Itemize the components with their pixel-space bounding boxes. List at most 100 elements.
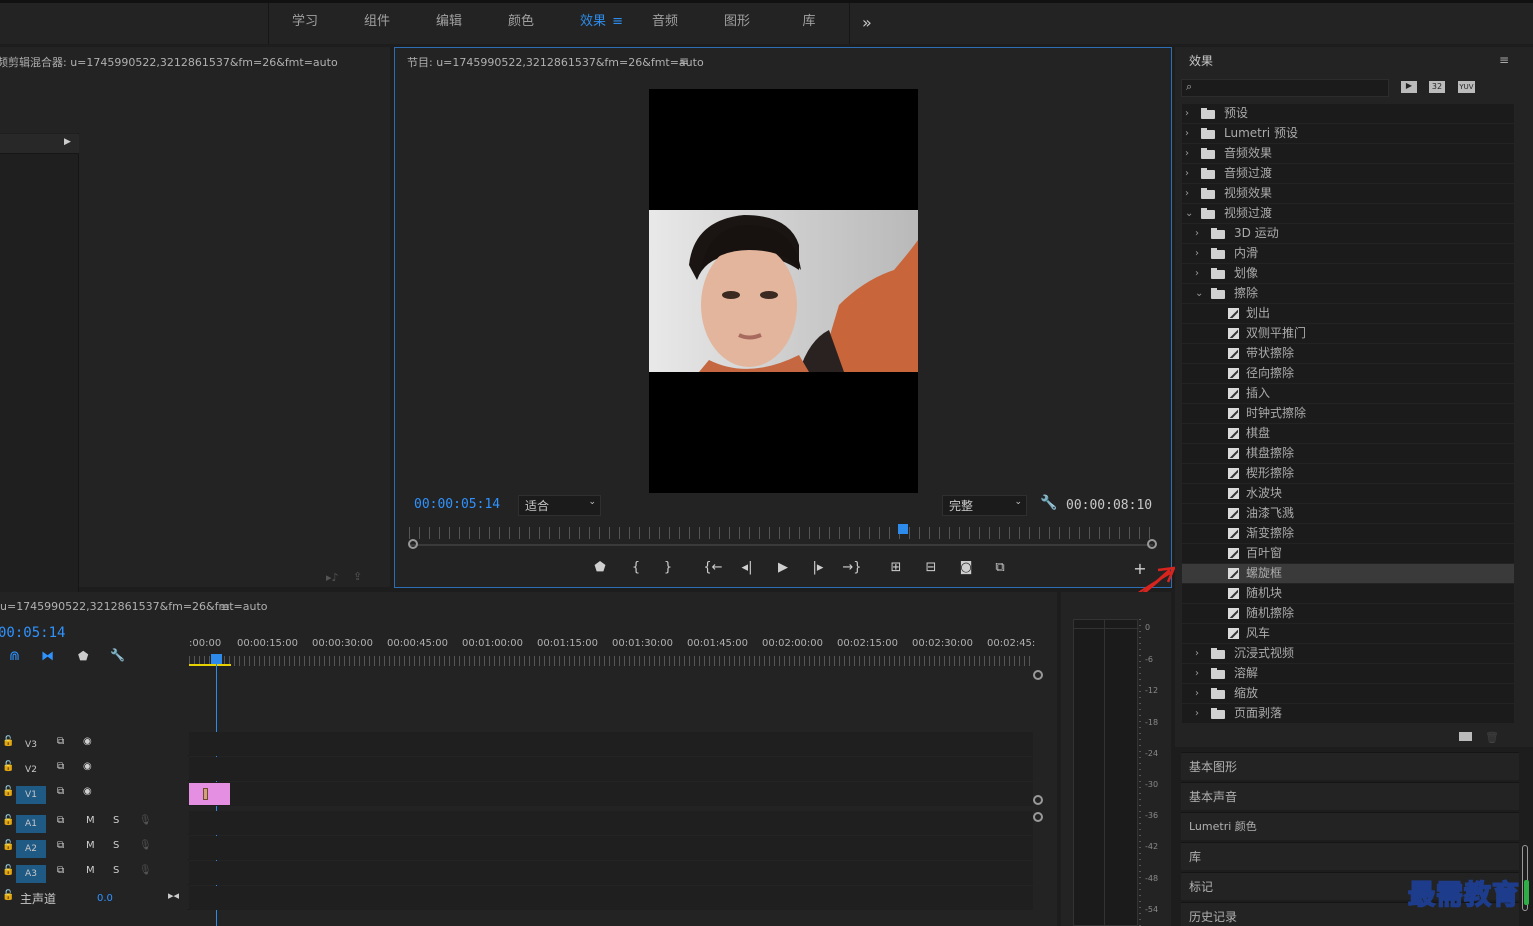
sync-lock-icon[interactable]: ⧉	[57, 736, 64, 747]
effect-item[interactable]: 棋盘	[1182, 424, 1514, 444]
snap-icon[interactable]: ⋒	[9, 649, 20, 664]
tab-graphics[interactable]: 图形	[701, 3, 773, 44]
effect-item[interactable]: 随机块	[1182, 584, 1514, 604]
effect-item[interactable]: 渐变擦除	[1182, 524, 1514, 544]
microphone-icon[interactable]: 🎙	[139, 815, 152, 826]
effect-folder[interactable]: › 音频效果	[1182, 144, 1514, 164]
zoom-handle-left[interactable]	[408, 539, 418, 549]
effect-folder[interactable]: › 视频效果	[1182, 184, 1514, 204]
chevron-right-icon[interactable]: ›	[1195, 704, 1199, 723]
effect-item[interactable]: 径向擦除	[1182, 364, 1514, 384]
chevron-down-icon[interactable]: ⌄	[1195, 284, 1203, 303]
effects-menu-icon[interactable]: ≡	[1499, 53, 1509, 67]
chevron-right-icon[interactable]: ›	[1195, 244, 1199, 263]
mute-button[interactable]: M	[86, 815, 95, 826]
solo-button[interactable]: S	[113, 865, 119, 876]
vertical-scroll-handle[interactable]	[1033, 795, 1043, 805]
effect-item[interactable]: 棋盘擦除	[1182, 444, 1514, 464]
sync-lock-icon[interactable]: ⧉	[57, 840, 64, 851]
track-lane[interactable]	[189, 757, 1033, 781]
more-workspaces-icon[interactable]: »	[862, 13, 872, 32]
lock-icon[interactable]: 🔓	[2, 840, 14, 851]
step-forward-icon[interactable]: |▸	[808, 560, 828, 575]
effect-item[interactable]: 双侧平推门	[1182, 324, 1514, 344]
effect-folder[interactable]: › 沉浸式视频	[1182, 644, 1514, 664]
chevron-right-icon[interactable]: ›	[1195, 664, 1199, 683]
effect-item[interactable]: 风车	[1182, 624, 1514, 644]
go-to-bound-icon[interactable]: ▸◂	[168, 889, 179, 902]
playhead[interactable]	[898, 524, 908, 534]
effect-item[interactable]: 楔形擦除	[1182, 464, 1514, 484]
program-monitor-title[interactable]: 节目: u=1745990522,3212861537&fm=26&fmt=au…	[407, 54, 704, 70]
effect-item[interactable]: 水波块	[1182, 484, 1514, 504]
effect-item[interactable]: 时钟式擦除	[1182, 404, 1514, 424]
lock-icon[interactable]: 🔓	[2, 761, 14, 772]
add-marker-icon[interactable]: ⬟	[590, 560, 610, 575]
chevron-down-icon[interactable]: ⌄	[1185, 204, 1193, 223]
track-label[interactable]: A3	[16, 865, 46, 883]
effect-folder[interactable]: › 预设	[1182, 104, 1514, 124]
new-bin-icon[interactable]	[1459, 732, 1472, 741]
panel-essential-graphics[interactable]: 基本图形	[1181, 752, 1519, 780]
play-triangle-icon[interactable]: ▶	[64, 137, 71, 147]
panel-libraries[interactable]: 库	[1181, 842, 1519, 870]
sync-lock-icon[interactable]: ⧉	[57, 865, 64, 876]
effect-folder[interactable]: › 溶解	[1182, 664, 1514, 684]
fit-dropdown[interactable]: 适合 ⌄	[518, 495, 601, 516]
track-label[interactable]: V1	[16, 786, 46, 804]
zoom-handle-right[interactable]	[1147, 539, 1157, 549]
lock-icon[interactable]: 🔓	[2, 786, 14, 797]
sync-lock-icon[interactable]: ⧉	[57, 786, 64, 797]
track-lane[interactable]	[189, 861, 1033, 885]
tab-editing[interactable]: 编辑	[413, 3, 485, 44]
timeline-menu-icon[interactable]: ≡	[220, 600, 230, 614]
effect-item[interactable]: 插入	[1182, 384, 1514, 404]
tab-libraries[interactable]: 库	[773, 3, 845, 44]
effect-folder[interactable]: › 内滑	[1182, 244, 1514, 264]
solo-button[interactable]: S	[113, 815, 119, 826]
sync-lock-icon[interactable]: ⧉	[57, 815, 64, 826]
track-lane[interactable]	[189, 811, 1033, 835]
effect-item[interactable]: 油漆飞溅	[1182, 504, 1514, 524]
timeline-settings-icon[interactable]: 🔧	[110, 648, 125, 662]
effect-item[interactable]: 划出	[1182, 304, 1514, 324]
chevron-right-icon[interactable]: ›	[1195, 684, 1199, 703]
workspace-menu-icon[interactable]: ≡	[612, 3, 623, 41]
tab-learn[interactable]: 学习	[269, 3, 341, 44]
tab-effects[interactable]: 效果 ≡	[557, 3, 629, 44]
audio-output-icon[interactable]: ▸♪	[326, 571, 339, 584]
mark-out-icon[interactable]: }	[658, 560, 678, 575]
chevron-right-icon[interactable]: ›	[1195, 264, 1199, 283]
video-frame[interactable]	[649, 89, 918, 493]
go-to-out-icon[interactable]: →}	[842, 560, 862, 575]
accelerated-effects-icon[interactable]: ▶	[1401, 81, 1417, 93]
extract-icon[interactable]: ⊟	[921, 560, 941, 575]
effect-folder[interactable]: › 音频过渡	[1182, 164, 1514, 184]
tab-color[interactable]: 颜色	[485, 3, 557, 44]
track-lane[interactable]	[189, 836, 1033, 860]
timeline-playhead[interactable]	[211, 654, 222, 664]
effect-item[interactable]: 百叶窗	[1182, 544, 1514, 564]
panel-title[interactable]: 音频剪辑混合器: u=1745990522,3212861537&fm=26&f…	[0, 54, 338, 70]
effect-folder[interactable]: › Lumetri 预设	[1182, 124, 1514, 144]
chevron-right-icon[interactable]: ›	[1195, 644, 1199, 663]
solo-button[interactable]: S	[113, 840, 119, 851]
chevron-right-icon[interactable]: ›	[1185, 124, 1189, 143]
panel-lumetri-color[interactable]: Lumetri 颜色	[1181, 812, 1519, 840]
32bit-effects-icon[interactable]: 32	[1429, 81, 1445, 93]
add-marker-icon[interactable]: ⬟	[78, 649, 88, 663]
go-to-in-icon[interactable]: {←	[703, 560, 723, 575]
trash-icon[interactable]: 🗑	[1485, 731, 1499, 744]
effect-folder[interactable]: ⌄ 视频过渡	[1182, 204, 1514, 224]
mute-button[interactable]: M	[86, 865, 95, 876]
export-icon[interactable]: ⇪	[353, 570, 362, 583]
work-area-bar[interactable]	[189, 664, 231, 666]
timeline-timecode[interactable]: 00:05:14	[0, 625, 65, 641]
eye-icon[interactable]: ◉	[83, 736, 92, 747]
effect-folder[interactable]: › 划像	[1182, 264, 1514, 284]
chevron-right-icon[interactable]: ›	[1185, 104, 1189, 123]
effect-folder[interactable]: › 缩放	[1182, 684, 1514, 704]
current-timecode[interactable]: 00:00:05:14	[414, 497, 500, 512]
play-icon[interactable]: ▶	[773, 560, 793, 575]
video-clip[interactable]	[189, 783, 230, 805]
